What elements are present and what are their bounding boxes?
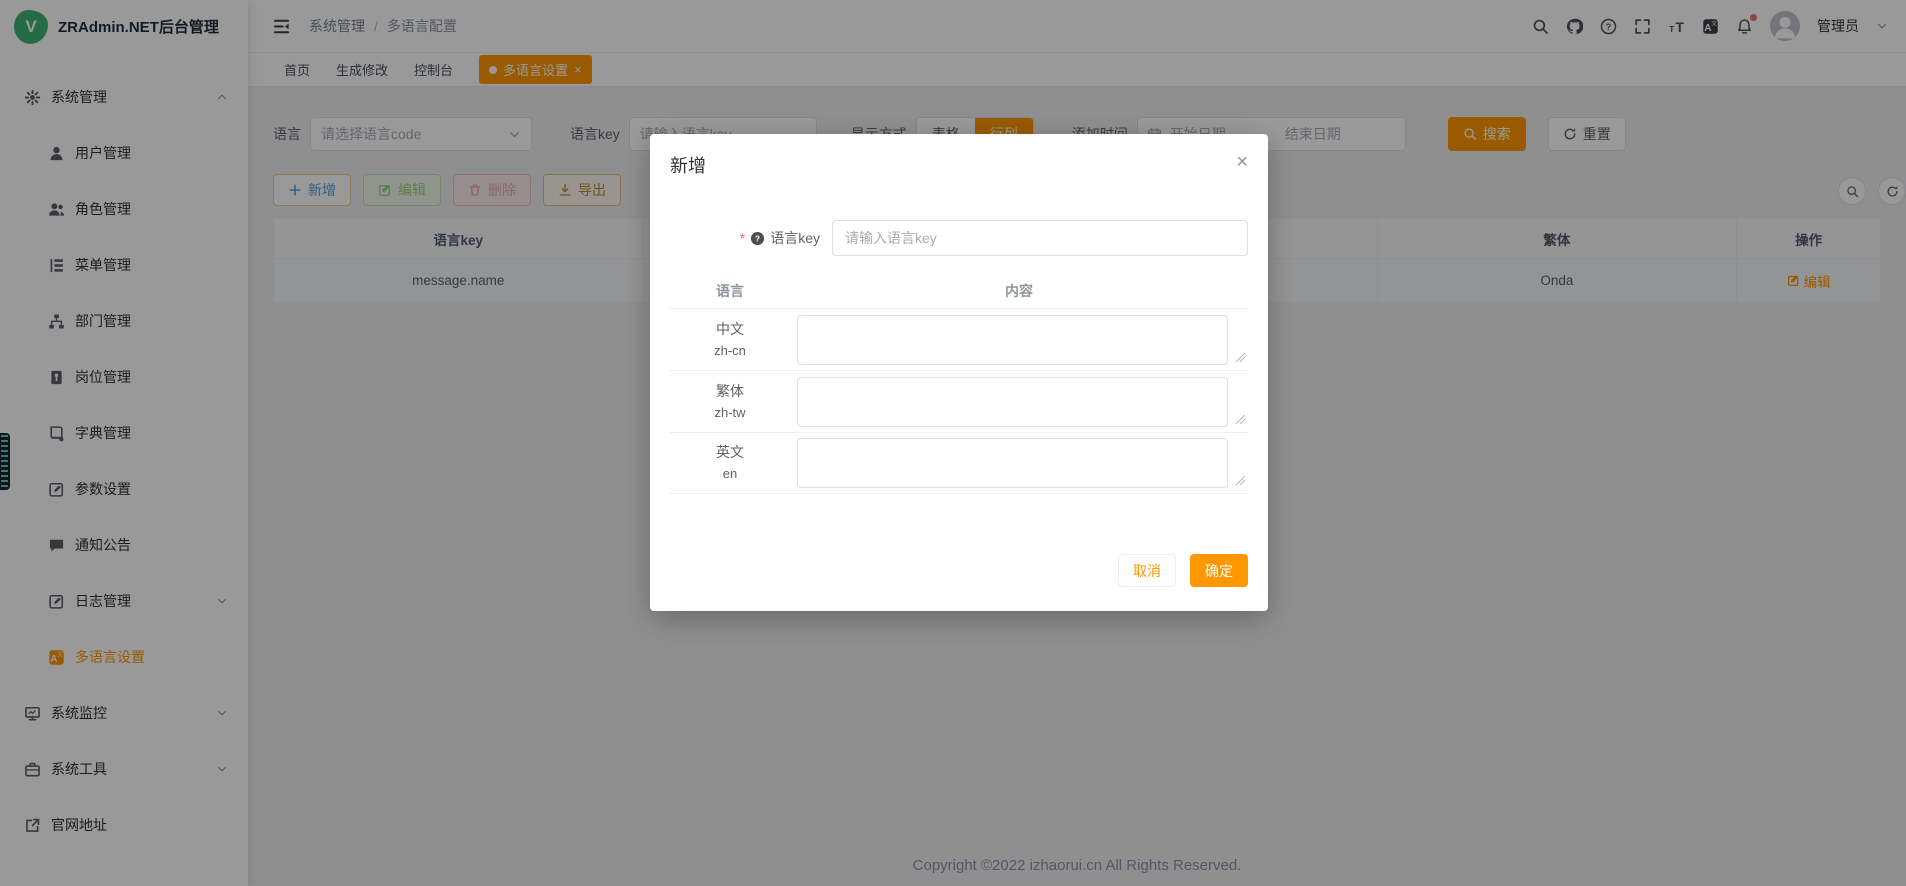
content-cell xyxy=(790,377,1248,427)
add-dialog: 新增 × * 语言key 语言 内容 中文 zh-cn 繁体 zh xyxy=(650,134,1268,611)
dialog-header: 新增 × xyxy=(650,134,1268,178)
language-key-input[interactable] xyxy=(832,220,1248,256)
language-key-label: 语言key xyxy=(770,228,820,248)
language-name-cell: 英文 en xyxy=(670,442,790,484)
column-header-content: 内容 xyxy=(790,281,1248,301)
translation-row-zh-cn: 中文 zh-cn xyxy=(670,308,1248,370)
column-header-language: 语言 xyxy=(670,281,790,301)
content-cell xyxy=(790,438,1248,488)
content-cell xyxy=(790,315,1248,365)
zh-cn-content-textarea[interactable] xyxy=(797,315,1228,365)
question-filled-icon[interactable] xyxy=(750,231,765,246)
dialog-footer: 取消 确定 xyxy=(1118,554,1248,587)
cancel-button[interactable]: 取消 xyxy=(1118,554,1176,587)
translations-table: 语言 内容 中文 zh-cn 繁体 zh-tw 英文 en xyxy=(670,274,1248,494)
translations-table-header: 语言 内容 xyxy=(670,274,1248,308)
required-asterisk: * xyxy=(740,230,745,246)
language-name-cell: 中文 zh-cn xyxy=(670,319,790,361)
language-name-cell: 繁体 zh-tw xyxy=(670,381,790,423)
confirm-button[interactable]: 确定 xyxy=(1190,554,1248,587)
dialog-title: 新增 xyxy=(670,152,706,178)
translation-row-en: 英文 en xyxy=(670,432,1248,494)
zh-tw-content-textarea[interactable] xyxy=(797,377,1228,427)
language-key-form-row: * 语言key xyxy=(650,220,1268,256)
translation-row-zh-tw: 繁体 zh-tw xyxy=(670,370,1248,432)
close-icon[interactable]: × xyxy=(1236,152,1248,172)
language-key-label-zone: * 语言key xyxy=(670,228,820,248)
en-content-textarea[interactable] xyxy=(797,438,1228,488)
